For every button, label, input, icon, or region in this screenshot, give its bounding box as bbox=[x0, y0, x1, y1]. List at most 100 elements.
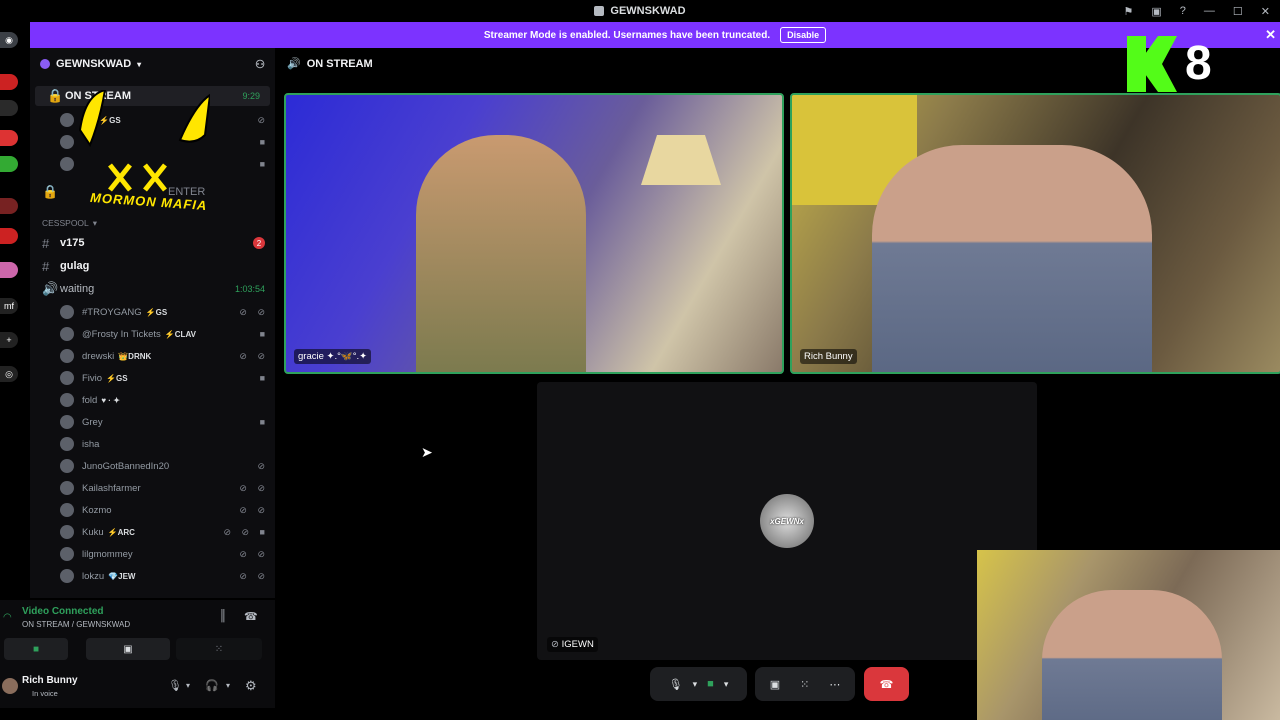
close-banner-icon[interactable]: ✕ bbox=[1265, 27, 1276, 43]
participant-name: ⊘ IGEWN bbox=[547, 637, 598, 652]
chevron-down-icon[interactable]: ▾ bbox=[724, 679, 729, 690]
server-icon[interactable] bbox=[0, 228, 18, 244]
voice-user[interactable]: JunoGotBannedIn20 ⊘ bbox=[60, 456, 275, 476]
avatar bbox=[60, 437, 74, 451]
voice-user[interactable]: fold ♥ · ✦ bbox=[60, 390, 275, 410]
participant-name: Rich Bunny bbox=[800, 349, 857, 364]
server-header[interactable]: GEWNSKWAD ▾ ⚇ bbox=[30, 48, 275, 80]
video-tile-gracie[interactable]: gracie ✦.°🦋°.✦ bbox=[284, 93, 784, 374]
chevron-down-icon[interactable]: ▾ bbox=[693, 679, 698, 690]
avatar bbox=[60, 305, 74, 319]
camera-toggle-button[interactable]: ■ bbox=[4, 638, 68, 660]
add-member-icon[interactable]: ⚇ bbox=[255, 58, 265, 71]
microphone-icon[interactable]: 🎙 bbox=[669, 678, 683, 691]
chevron-down-icon[interactable]: ▾ bbox=[226, 681, 230, 690]
voice-user[interactable]: lokzu 💎JEW ⊘ ⊘ bbox=[60, 566, 275, 586]
server-icon[interactable] bbox=[0, 262, 18, 278]
headphones-icon[interactable]: 🎧 bbox=[205, 679, 219, 692]
voice-user[interactable]: @Frosty In Tickets ⚡CLAV ■ bbox=[60, 324, 275, 344]
video-tile-rich-bunny[interactable]: Rich Bunny bbox=[790, 93, 1280, 374]
close-window-button[interactable]: ✕ bbox=[1261, 5, 1270, 18]
banner-text: Streamer Mode is enabled. Usernames have… bbox=[483, 29, 771, 41]
add-server-icon[interactable]: + bbox=[0, 332, 18, 348]
avatar bbox=[60, 547, 74, 561]
avatar: xGEWNx bbox=[760, 494, 814, 548]
activity-controls: ▣ ⁙ ⋯ bbox=[755, 667, 855, 701]
streamer-mode-banner: Streamer Mode is enabled. Usernames have… bbox=[30, 22, 1280, 48]
voice-status-icons: ■ bbox=[259, 417, 269, 427]
camera-icon: ■ bbox=[259, 137, 269, 147]
inbox-icon[interactable]: ▣ bbox=[1151, 5, 1161, 18]
video-tile-igewn[interactable]: xGEWNx ⊘ IGEWN bbox=[537, 382, 1037, 660]
camera-icon[interactable]: ■ bbox=[707, 678, 714, 690]
explore-icon[interactable]: ◎ bbox=[0, 366, 18, 382]
voice-user[interactable]: Fivio ⚡GS ■ bbox=[60, 368, 275, 388]
more-options-icon[interactable]: ⋯ bbox=[829, 678, 840, 691]
chevron-down-icon: ▾ bbox=[92, 217, 98, 228]
speaker-icon: 🔊 bbox=[287, 58, 301, 70]
server-icon[interactable]: mf bbox=[0, 298, 18, 314]
server-icon[interactable] bbox=[0, 100, 18, 116]
voice-user[interactable]: Kuku ⚡ARC ⊘ ⊘ ■ bbox=[60, 522, 275, 542]
activities-icon[interactable]: ⁙ bbox=[800, 678, 809, 691]
hash-icon: # bbox=[42, 235, 50, 251]
participant-figure bbox=[872, 145, 1152, 372]
chevron-down-icon: ▾ bbox=[137, 59, 142, 69]
hangup-button[interactable]: ☎ bbox=[864, 667, 909, 701]
help-icon[interactable]: ? bbox=[1180, 5, 1186, 17]
camera-icon: ■ bbox=[259, 159, 269, 169]
voice-user[interactable]: Kailashfarmer ⊘ ⊘ bbox=[60, 478, 275, 498]
voice-status-icons: ⊘ ⊘ bbox=[239, 548, 269, 559]
share-screen-button[interactable]: ▣ bbox=[86, 638, 170, 660]
server-icon[interactable] bbox=[0, 198, 18, 214]
mic-control[interactable]: 🎙 ▾ ■ ▾ bbox=[650, 667, 747, 701]
voice-user[interactable]: isha bbox=[60, 434, 275, 454]
voice-user[interactable]: Kozmo ⊘ ⊘ bbox=[60, 500, 275, 520]
mute-icon: ⊘ bbox=[257, 114, 269, 125]
maximize-button[interactable]: ☐ bbox=[1233, 5, 1243, 18]
settings-gear-icon[interactable]: ⚙ bbox=[245, 678, 257, 694]
microphone-icon[interactable]: 🎙 bbox=[168, 679, 182, 692]
share-screen-icon[interactable]: ▣ bbox=[770, 678, 780, 691]
participant-name: gracie ✦.°🦋°.✦ bbox=[294, 349, 372, 364]
noise-suppression-icon[interactable]: ║ bbox=[219, 610, 227, 622]
activities-button[interactable]: ⁙ bbox=[176, 638, 262, 660]
voice-status-icons: ⊘ ⊘ bbox=[239, 306, 269, 317]
chevron-down-icon[interactable]: ▾ bbox=[186, 681, 190, 690]
server-icon[interactable] bbox=[0, 156, 18, 172]
participant-figure bbox=[1042, 590, 1222, 720]
voice-user[interactable]: Grey ■ bbox=[60, 412, 275, 432]
server-icon[interactable] bbox=[0, 74, 18, 90]
flag-icon[interactable]: ⚑ bbox=[1124, 5, 1134, 18]
server-icon[interactable] bbox=[0, 130, 18, 146]
disconnect-icon[interactable]: ☎ bbox=[244, 610, 258, 623]
voice-status-icons: ⊘ ⊘ bbox=[239, 350, 269, 361]
disable-button[interactable]: Disable bbox=[780, 27, 827, 43]
voice-user[interactable]: drewski 👑DRNK ⊘ ⊘ bbox=[60, 346, 275, 366]
hangup-icon: ☎ bbox=[879, 678, 894, 691]
voice-connection-panel: Video Connected ON STREAM / GEWNSKWAD ◠ … bbox=[0, 600, 275, 668]
voice-status-icons: ⊘ ⊘ bbox=[239, 504, 269, 515]
user-name: Rich Bunny bbox=[22, 675, 78, 686]
avatar bbox=[60, 503, 74, 517]
kick-logo bbox=[1127, 36, 1177, 92]
discord-home-icon[interactable]: ◉ bbox=[0, 32, 18, 48]
voice-user[interactable]: lilgmommey ⊘ ⊘ bbox=[60, 544, 275, 564]
avatar bbox=[60, 459, 74, 473]
hash-icon: # bbox=[42, 258, 50, 274]
voice-user[interactable]: #TROYGANG ⚡GS ⊘ ⊘ bbox=[60, 302, 275, 322]
avatar bbox=[60, 481, 74, 495]
minimize-button[interactable]: — bbox=[1204, 5, 1215, 17]
speaker-icon: 🔊 bbox=[42, 281, 59, 296]
signal-icon: ◠ bbox=[3, 612, 12, 623]
server-glyph-icon bbox=[594, 6, 605, 16]
avatar[interactable] bbox=[2, 678, 18, 694]
channel-v175[interactable]: # v175 2 bbox=[30, 233, 275, 253]
window-controls: ⚑ ▣ ? — ☐ ✕ bbox=[1124, 0, 1280, 22]
channel-gulag[interactable]: # gulag bbox=[30, 256, 275, 276]
locked-channel-icon: 🔒 bbox=[42, 184, 59, 199]
channel-waiting[interactable]: 🔊 waiting 1:03:54 bbox=[30, 279, 275, 299]
category-cesspool[interactable]: CESSPOOL ▾ bbox=[30, 213, 275, 233]
channel-enter[interactable]: 🔒 ENTER bbox=[30, 182, 275, 202]
viewer-count: 8 bbox=[1185, 37, 1212, 90]
